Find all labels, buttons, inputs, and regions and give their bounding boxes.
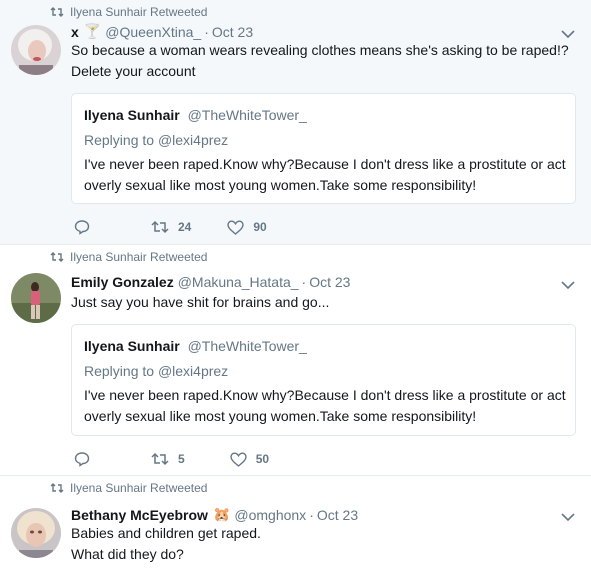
- like-count: 50: [255, 452, 270, 466]
- quoted-author-handle: @TheWhiteTower_: [187, 338, 307, 354]
- retweet-count: 24: [178, 220, 192, 234]
- replying-to: Replying to @lexi4prez: [84, 132, 228, 148]
- tweet-text: Babies and children get raped. What did …: [71, 523, 571, 565]
- chevron-down-icon[interactable]: [561, 280, 575, 290]
- tweet-text-line: What did they do?: [71, 546, 184, 562]
- reply-icon: [74, 452, 90, 467]
- retweet-count: 5: [178, 452, 185, 466]
- separator: ·: [309, 506, 314, 523]
- tweet-header: Emily Gonzalez @Makuna_Hatata_ · Oct 23: [71, 274, 350, 290]
- quoted-text: I've never been raped.Know why?Because I…: [84, 387, 566, 424]
- author-handle[interactable]: @QueenXtina_: [105, 24, 201, 40]
- quoted-author-name: Ilyena Sunhair: [84, 107, 180, 123]
- retweet-context[interactable]: Ilyena Sunhair Retweeted: [50, 4, 207, 20]
- hamster-emoji: 🐹: [212, 506, 231, 522]
- tweet-text: So because a woman wears revealing cloth…: [71, 42, 569, 79]
- tweet-2[interactable]: Ilyena Sunhair Retweeted Emily Gonzalez …: [0, 245, 591, 476]
- retweet-icon: [50, 252, 64, 262]
- chevron-down-icon[interactable]: [561, 29, 575, 39]
- tweet-3[interactable]: Ilyena Sunhair Retweeted Bethany McEyebr…: [0, 476, 591, 568]
- chevron-down-icon[interactable]: [561, 512, 575, 522]
- tweet-header: x 🍸 @QueenXtina_ · Oct 23: [71, 23, 253, 40]
- action-bar: 24 90: [74, 219, 267, 235]
- quoted-header: Ilyena Sunhair @TheWhiteTower_: [84, 107, 307, 123]
- like-icon: [229, 451, 247, 467]
- author-name[interactable]: x: [71, 24, 79, 40]
- tweet-header: Bethany McEyebrow 🐹 @omghonx · Oct 23: [71, 506, 358, 523]
- replying-to-prefix: Replying to: [84, 363, 155, 379]
- avatar[interactable]: [11, 273, 61, 323]
- retweet-button[interactable]: 5: [151, 452, 185, 466]
- tweet-text: Just say you have shit for brains and go…: [71, 294, 330, 310]
- quoted-author-name: Ilyena Sunhair: [84, 338, 180, 354]
- author-name[interactable]: Bethany McEyebrow: [71, 507, 208, 523]
- tweet-text-line: Babies and children get raped.: [71, 525, 261, 541]
- quoted-text: I've never been raped.Know why?Because I…: [84, 156, 566, 193]
- retweet-context-label: Ilyena Sunhair Retweeted: [70, 5, 208, 19]
- retweet-context[interactable]: Ilyena Sunhair Retweeted: [50, 249, 207, 265]
- retweet-icon: [151, 220, 169, 234]
- like-button[interactable]: 50: [229, 451, 270, 467]
- cocktail-emoji: 🍸: [83, 23, 102, 39]
- reply-icon: [74, 220, 90, 235]
- retweet-icon: [50, 483, 64, 493]
- retweet-context-label: Ilyena Sunhair Retweeted: [70, 250, 208, 264]
- quoted-author-handle: @TheWhiteTower_: [187, 107, 307, 123]
- avatar[interactable]: [11, 25, 61, 75]
- replying-to-mention[interactable]: @lexi4prez: [158, 132, 228, 148]
- replying-to: Replying to @lexi4prez: [84, 363, 228, 379]
- quoted-tweet[interactable]: Ilyena Sunhair @TheWhiteTower_ Replying …: [71, 93, 576, 204]
- quoted-tweet[interactable]: Ilyena Sunhair @TheWhiteTower_ Replying …: [71, 324, 576, 436]
- quoted-header: Ilyena Sunhair @TheWhiteTower_: [84, 338, 307, 354]
- replying-to-prefix: Replying to: [84, 132, 155, 148]
- author-name[interactable]: Emily Gonzalez: [71, 274, 174, 290]
- like-icon: [227, 219, 245, 235]
- separator: ·: [204, 23, 209, 40]
- separator: ·: [301, 274, 307, 290]
- retweet-button[interactable]: 24: [151, 220, 191, 234]
- retweet-context[interactable]: Ilyena Sunhair Retweeted: [50, 480, 207, 496]
- like-count: 90: [253, 220, 267, 234]
- action-bar: 5 50: [74, 451, 269, 467]
- retweet-icon: [151, 452, 169, 466]
- timestamp[interactable]: Oct 23: [309, 274, 350, 290]
- timestamp[interactable]: Oct 23: [317, 507, 358, 523]
- reply-button[interactable]: [74, 219, 90, 235]
- like-button[interactable]: 90: [227, 219, 267, 235]
- avatar[interactable]: [11, 508, 61, 558]
- replying-to-mention[interactable]: @lexi4prez: [158, 363, 228, 379]
- reply-button[interactable]: [74, 451, 90, 467]
- author-handle[interactable]: @omghonx: [234, 507, 306, 523]
- author-handle[interactable]: @Makuna_Hatata_: [178, 274, 299, 290]
- retweet-context-label: Ilyena Sunhair Retweeted: [70, 481, 208, 495]
- tweet-1[interactable]: Ilyena Sunhair Retweeted x 🍸 @QueenXtina…: [0, 0, 591, 245]
- timestamp[interactable]: Oct 23: [212, 24, 253, 40]
- retweet-icon: [50, 7, 64, 17]
